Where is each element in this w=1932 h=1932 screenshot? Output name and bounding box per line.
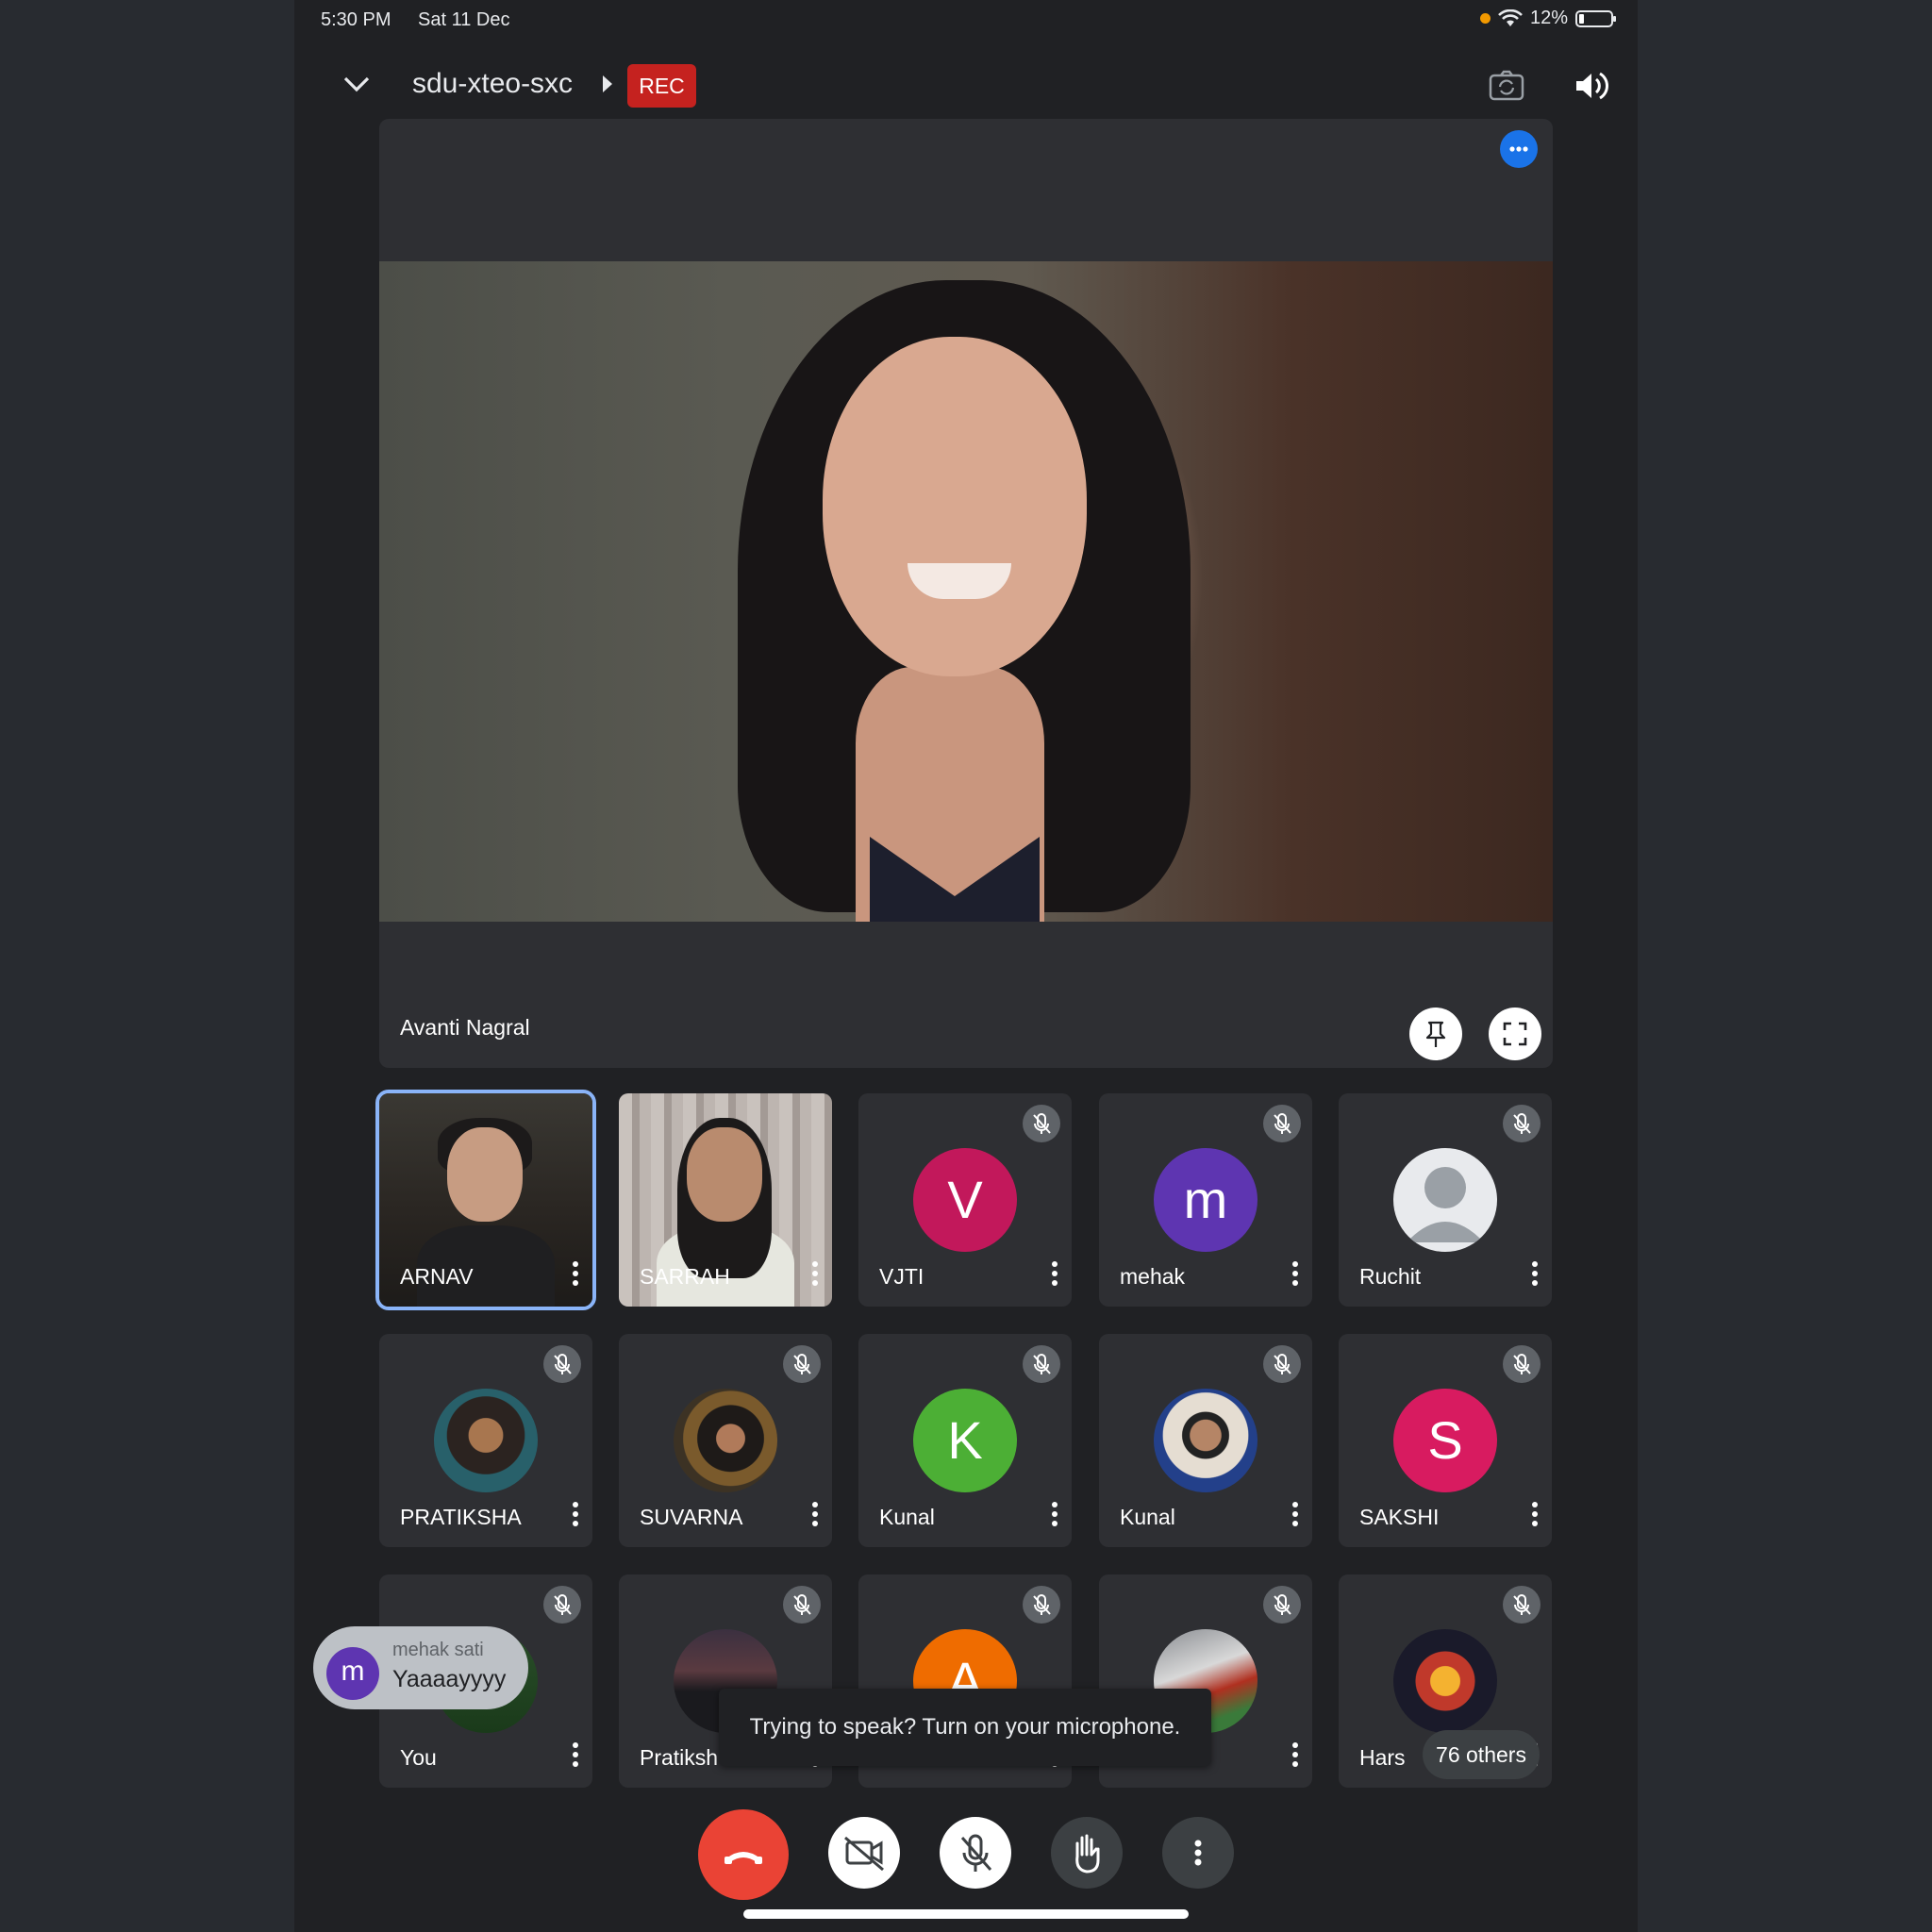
participant-name: VJTI (879, 1264, 924, 1289)
chat-sender-avatar: m (326, 1647, 379, 1700)
muted-microphone-icon (783, 1586, 821, 1624)
participant-name: Pratiksh (640, 1745, 719, 1770)
participant-name: ARNAV (400, 1264, 474, 1289)
tile-more-options-icon[interactable] (572, 1500, 579, 1528)
muted-microphone-icon (1263, 1345, 1301, 1383)
battery-percent: 12% (1529, 8, 1568, 28)
participant-tile[interactable]: SUVARNA (619, 1334, 832, 1547)
muted-microphone-icon (1503, 1345, 1541, 1383)
participant-tile[interactable]: SARRAH (619, 1093, 832, 1307)
recording-indicator-icon (1479, 13, 1491, 24)
spotlight-participant-name: Avanti Nagral (400, 1015, 530, 1040)
switch-camera-icon[interactable] (1487, 66, 1526, 106)
meet-screen: 5:30 PM Sat 11 Dec 12% sdu-xteo-sxc REC (294, 0, 1638, 1932)
chat-sender-name: mehak sati (392, 1640, 484, 1660)
tile-more-options-icon[interactable] (1291, 1500, 1299, 1528)
wifi-icon (1498, 8, 1523, 28)
hand-icon (1075, 1834, 1100, 1874)
participant-tile[interactable]: V VJTI (858, 1093, 1072, 1307)
more-options-icon[interactable] (1500, 130, 1538, 168)
microphone-hint-toast: Trying to speak? Turn on your microphone… (719, 1689, 1211, 1766)
recording-badge: REC (627, 64, 696, 108)
participant-tile[interactable]: Kunal (1099, 1334, 1312, 1547)
tile-more-options-icon[interactable] (811, 1259, 819, 1288)
participant-name: Ruchit (1359, 1264, 1422, 1289)
status-date: Sat 11 Dec (418, 9, 510, 30)
microphone-toggle-button[interactable] (940, 1817, 1011, 1889)
participant-photo-avatar (1154, 1389, 1257, 1492)
muted-microphone-icon (783, 1345, 821, 1383)
muted-microphone-icon (543, 1345, 581, 1383)
tile-more-options-icon[interactable] (1051, 1500, 1058, 1528)
spotlight-video (379, 261, 1553, 922)
participant-initial-avatar: K (913, 1389, 1017, 1492)
muted-microphone-icon (1023, 1345, 1060, 1383)
participant-tile[interactable]: PRATIKSHA (379, 1334, 592, 1547)
participant-photo-avatar (674, 1389, 777, 1492)
participant-tile[interactable]: Ruchit (1339, 1093, 1552, 1307)
battery-icon (1575, 9, 1616, 27)
tile-more-options-icon[interactable] (1291, 1259, 1299, 1288)
tile-more-options-icon[interactable] (1291, 1740, 1299, 1769)
participant-tile[interactable]: K Kunal (858, 1334, 1072, 1547)
pin-icon[interactable] (1409, 1008, 1462, 1060)
microphone-off-icon (960, 1834, 992, 1872)
more-vert-icon (1194, 1840, 1202, 1866)
tile-more-options-icon[interactable] (572, 1259, 579, 1288)
end-call-button[interactable] (698, 1809, 789, 1900)
tile-more-options-icon[interactable] (811, 1500, 819, 1528)
muted-microphone-icon (1263, 1105, 1301, 1142)
tile-more-options-icon[interactable] (1531, 1259, 1539, 1288)
hang-up-icon (724, 1852, 762, 1864)
raise-hand-button[interactable] (1051, 1817, 1123, 1889)
participant-name: SUVARNA (640, 1505, 743, 1529)
participant-tile[interactable]: m mehak (1099, 1093, 1312, 1307)
participant-initial-avatar: S (1393, 1389, 1497, 1492)
participant-name: Kunal (1120, 1505, 1175, 1529)
status-right: 12% (1479, 8, 1616, 29)
more-options-button[interactable] (1162, 1817, 1234, 1889)
participant-tile[interactable]: S SAKSHI (1339, 1334, 1552, 1547)
status-bar: 5:30 PM Sat 11 Dec 12% (294, 0, 1638, 42)
fullscreen-icon[interactable] (1489, 1008, 1541, 1060)
muted-microphone-icon (1023, 1586, 1060, 1624)
muted-microphone-icon (1263, 1586, 1301, 1624)
collapse-chevron-icon[interactable] (338, 66, 375, 104)
participant-name: You (400, 1745, 437, 1770)
muted-microphone-icon (1023, 1105, 1060, 1142)
spotlight-tile[interactable]: Avanti Nagral (379, 119, 1553, 1068)
home-indicator[interactable] (743, 1909, 1189, 1919)
camera-toggle-button[interactable] (828, 1817, 900, 1889)
participant-initial-avatar: m (1154, 1148, 1257, 1252)
meeting-info-arrow-icon[interactable] (603, 75, 612, 92)
participant-tile[interactable]: ARNAV (375, 1090, 596, 1310)
participant-name: PRATIKSHA (400, 1505, 522, 1529)
participant-name: Hars (1359, 1745, 1406, 1770)
muted-microphone-icon (1503, 1105, 1541, 1142)
tile-more-options-icon[interactable] (1051, 1259, 1058, 1288)
tile-more-options-icon[interactable] (572, 1740, 579, 1769)
participant-initial-avatar: V (913, 1148, 1017, 1252)
meeting-header: sdu-xteo-sxc REC (294, 53, 1638, 119)
chat-message-text: Yaaaayyyy (392, 1666, 507, 1692)
participant-name: Kunal (879, 1505, 935, 1529)
others-count-badge[interactable]: 76 others (1423, 1730, 1540, 1779)
participant-name: SAKSHI (1359, 1505, 1440, 1529)
default-person-avatar-icon (1393, 1148, 1497, 1252)
chat-message-bubble[interactable]: m mehak sati Yaaaayyyy (313, 1626, 528, 1709)
muted-microphone-icon (543, 1586, 581, 1624)
participant-photo-avatar (1393, 1629, 1497, 1733)
participant-photo-avatar (434, 1389, 538, 1492)
muted-microphone-icon (1503, 1586, 1541, 1624)
status-time: 5:30 PM (321, 9, 391, 30)
participant-name: SARRAH (640, 1264, 730, 1289)
meeting-code[interactable]: sdu-xteo-sxc (412, 68, 573, 100)
tile-more-options-icon[interactable] (1531, 1500, 1539, 1528)
camera-off-icon (844, 1836, 884, 1872)
participant-name: mehak (1120, 1264, 1186, 1289)
speaker-volume-icon[interactable] (1572, 66, 1611, 106)
